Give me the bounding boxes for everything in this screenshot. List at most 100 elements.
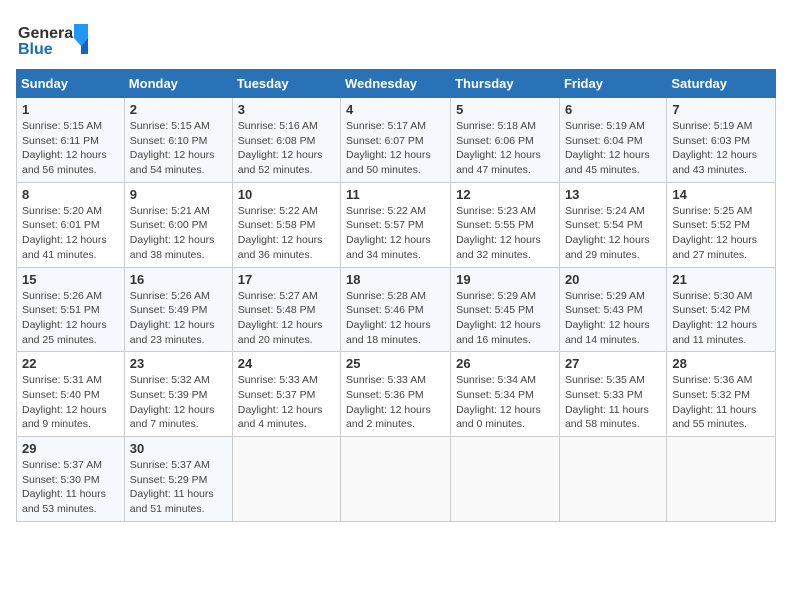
empty-cell	[667, 437, 776, 522]
day-info: Sunrise: 5:28 AM Sunset: 5:46 PM Dayligh…	[346, 289, 445, 348]
day-info: Sunrise: 5:15 AM Sunset: 6:11 PM Dayligh…	[22, 119, 119, 178]
day-number: 28	[672, 356, 770, 371]
day-info: Sunrise: 5:29 AM Sunset: 5:45 PM Dayligh…	[456, 289, 554, 348]
day-info: Sunrise: 5:29 AM Sunset: 5:43 PM Dayligh…	[565, 289, 661, 348]
calendar-day-12: 12Sunrise: 5:23 AM Sunset: 5:55 PM Dayli…	[451, 182, 560, 267]
calendar-day-24: 24 Sunrise: 5:33 AM Sunset: 5:37 PM Dayli…	[232, 352, 340, 437]
day-number: 15	[22, 272, 119, 287]
day-info: Sunrise: 5:22 AM Sunset: 5:58 PM Dayligh…	[238, 204, 335, 263]
weekday-header-friday: Friday	[559, 70, 666, 98]
empty-cell	[559, 437, 666, 522]
calendar-day-5: 5 Sunrise: 5:18 AM Sunset: 6:06 PM Daylig…	[451, 98, 560, 183]
calendar-day-8: 8 Sunrise: 5:20 AM Sunset: 6:01 PM Daylig…	[17, 182, 125, 267]
day-info: Sunrise: 5:36 AM Sunset: 5:32 PM Dayligh…	[672, 373, 770, 432]
calendar-day-6: 6Sunrise: 5:19 AM Sunset: 6:04 PM Daylig…	[559, 98, 666, 183]
day-number: 18	[346, 272, 445, 287]
day-number: 19	[456, 272, 554, 287]
page-header: General Blue	[16, 16, 776, 61]
calendar-day-15: 15 Sunrise: 5:26 AM Sunset: 5:51 PM Dayli…	[17, 267, 125, 352]
weekday-header-wednesday: Wednesday	[341, 70, 451, 98]
calendar-day-17: 17Sunrise: 5:27 AM Sunset: 5:48 PM Dayli…	[232, 267, 340, 352]
empty-cell	[451, 437, 560, 522]
calendar-day-21: 21 Sunrise: 5:30 AM Sunset: 5:42 PM Dayli…	[667, 267, 776, 352]
calendar-day-2: 2 Sunrise: 5:15 AM Sunset: 6:10 PM Daylig…	[124, 98, 232, 183]
day-info: Sunrise: 5:33 AM Sunset: 5:37 PM Dayligh…	[238, 373, 335, 432]
calendar-day-9: 9Sunrise: 5:21 AM Sunset: 6:00 PM Daylig…	[124, 182, 232, 267]
calendar-day-23: 23 Sunrise: 5:32 AM Sunset: 5:39 PM Dayli…	[124, 352, 232, 437]
weekday-header-tuesday: Tuesday	[232, 70, 340, 98]
calendar-day-30: 30 Sunrise: 5:37 AM Sunset: 5:29 PM Dayli…	[124, 437, 232, 522]
day-number: 10	[238, 187, 335, 202]
day-info: Sunrise: 5:24 AM Sunset: 5:54 PM Dayligh…	[565, 204, 661, 263]
calendar-day-22: 22Sunrise: 5:31 AM Sunset: 5:40 PM Dayli…	[17, 352, 125, 437]
day-number: 11	[346, 187, 445, 202]
calendar-day-18: 18 Sunrise: 5:28 AM Sunset: 5:46 PM Dayli…	[341, 267, 451, 352]
day-number: 25	[346, 356, 445, 371]
day-number: 23	[130, 356, 227, 371]
day-info: Sunrise: 5:16 AM Sunset: 6:08 PM Dayligh…	[238, 119, 335, 178]
day-number: 8	[22, 187, 119, 202]
calendar-day-14: 14 Sunrise: 5:25 AM Sunset: 5:52 PM Dayli…	[667, 182, 776, 267]
day-info: Sunrise: 5:22 AM Sunset: 5:57 PM Dayligh…	[346, 204, 445, 263]
weekday-header-monday: Monday	[124, 70, 232, 98]
day-info: Sunrise: 5:33 AM Sunset: 5:36 PM Dayligh…	[346, 373, 445, 432]
day-number: 3	[238, 102, 335, 117]
day-info: Sunrise: 5:32 AM Sunset: 5:39 PM Dayligh…	[130, 373, 227, 432]
calendar-day-1: 1 Sunrise: 5:15 AM Sunset: 6:11 PM Daylig…	[17, 98, 125, 183]
day-info: Sunrise: 5:34 AM Sunset: 5:34 PM Dayligh…	[456, 373, 554, 432]
svg-text:General: General	[18, 25, 78, 42]
calendar-day-11: 11 Sunrise: 5:22 AM Sunset: 5:57 PM Dayli…	[341, 182, 451, 267]
day-number: 24	[238, 356, 335, 371]
day-info: Sunrise: 5:37 AM Sunset: 5:30 PM Dayligh…	[22, 458, 119, 517]
calendar-day-25: 25 Sunrise: 5:33 AM Sunset: 5:36 PM Dayli…	[341, 352, 451, 437]
day-number: 30	[130, 441, 227, 456]
calendar-week-1: 1 Sunrise: 5:15 AM Sunset: 6:11 PM Daylig…	[17, 98, 776, 183]
day-info: Sunrise: 5:17 AM Sunset: 6:07 PM Dayligh…	[346, 119, 445, 178]
day-number: 17	[238, 272, 335, 287]
day-info: Sunrise: 5:37 AM Sunset: 5:29 PM Dayligh…	[130, 458, 227, 517]
calendar-week-4: 22Sunrise: 5:31 AM Sunset: 5:40 PM Dayli…	[17, 352, 776, 437]
calendar-day-16: 16Sunrise: 5:26 AM Sunset: 5:49 PM Dayli…	[124, 267, 232, 352]
calendar-header: SundayMondayTuesdayWednesdayThursdayFrid…	[17, 70, 776, 98]
day-info: Sunrise: 5:25 AM Sunset: 5:52 PM Dayligh…	[672, 204, 770, 263]
day-info: Sunrise: 5:19 AM Sunset: 6:03 PM Dayligh…	[672, 119, 770, 178]
calendar-day-4: 4 Sunrise: 5:17 AM Sunset: 6:07 PM Daylig…	[341, 98, 451, 183]
day-number: 14	[672, 187, 770, 202]
day-info: Sunrise: 5:26 AM Sunset: 5:51 PM Dayligh…	[22, 289, 119, 348]
day-number: 29	[22, 441, 119, 456]
calendar-week-5: 29 Sunrise: 5:37 AM Sunset: 5:30 PM Dayli…	[17, 437, 776, 522]
day-number: 13	[565, 187, 661, 202]
day-number: 4	[346, 102, 445, 117]
day-info: Sunrise: 5:20 AM Sunset: 6:01 PM Dayligh…	[22, 204, 119, 263]
calendar-day-27: 27 Sunrise: 5:35 AM Sunset: 5:33 PM Dayli…	[559, 352, 666, 437]
day-number: 6	[565, 102, 661, 117]
day-info: Sunrise: 5:15 AM Sunset: 6:10 PM Dayligh…	[130, 119, 227, 178]
calendar-day-28: 28 Sunrise: 5:36 AM Sunset: 5:32 PM Dayli…	[667, 352, 776, 437]
day-number: 2	[130, 102, 227, 117]
empty-cell	[341, 437, 451, 522]
day-info: Sunrise: 5:18 AM Sunset: 6:06 PM Dayligh…	[456, 119, 554, 178]
day-info: Sunrise: 5:31 AM Sunset: 5:40 PM Dayligh…	[22, 373, 119, 432]
day-info: Sunrise: 5:35 AM Sunset: 5:33 PM Dayligh…	[565, 373, 661, 432]
day-info: Sunrise: 5:23 AM Sunset: 5:55 PM Dayligh…	[456, 204, 554, 263]
day-number: 20	[565, 272, 661, 287]
weekday-header-saturday: Saturday	[667, 70, 776, 98]
day-info: Sunrise: 5:30 AM Sunset: 5:42 PM Dayligh…	[672, 289, 770, 348]
day-number: 7	[672, 102, 770, 117]
calendar-week-2: 8 Sunrise: 5:20 AM Sunset: 6:01 PM Daylig…	[17, 182, 776, 267]
weekday-header-thursday: Thursday	[451, 70, 560, 98]
calendar-day-3: 3 Sunrise: 5:16 AM Sunset: 6:08 PM Daylig…	[232, 98, 340, 183]
day-number: 21	[672, 272, 770, 287]
empty-cell	[232, 437, 340, 522]
calendar-day-10: 10 Sunrise: 5:22 AM Sunset: 5:58 PM Dayli…	[232, 182, 340, 267]
calendar-day-7: 7 Sunrise: 5:19 AM Sunset: 6:03 PM Daylig…	[667, 98, 776, 183]
svg-text:Blue: Blue	[18, 41, 53, 58]
calendar-table: SundayMondayTuesdayWednesdayThursdayFrid…	[16, 69, 776, 522]
day-number: 9	[130, 187, 227, 202]
day-number: 5	[456, 102, 554, 117]
day-number: 26	[456, 356, 554, 371]
calendar-day-20: 20 Sunrise: 5:29 AM Sunset: 5:43 PM Dayli…	[559, 267, 666, 352]
day-number: 1	[22, 102, 119, 117]
calendar-day-19: 19 Sunrise: 5:29 AM Sunset: 5:45 PM Dayli…	[451, 267, 560, 352]
day-number: 27	[565, 356, 661, 371]
